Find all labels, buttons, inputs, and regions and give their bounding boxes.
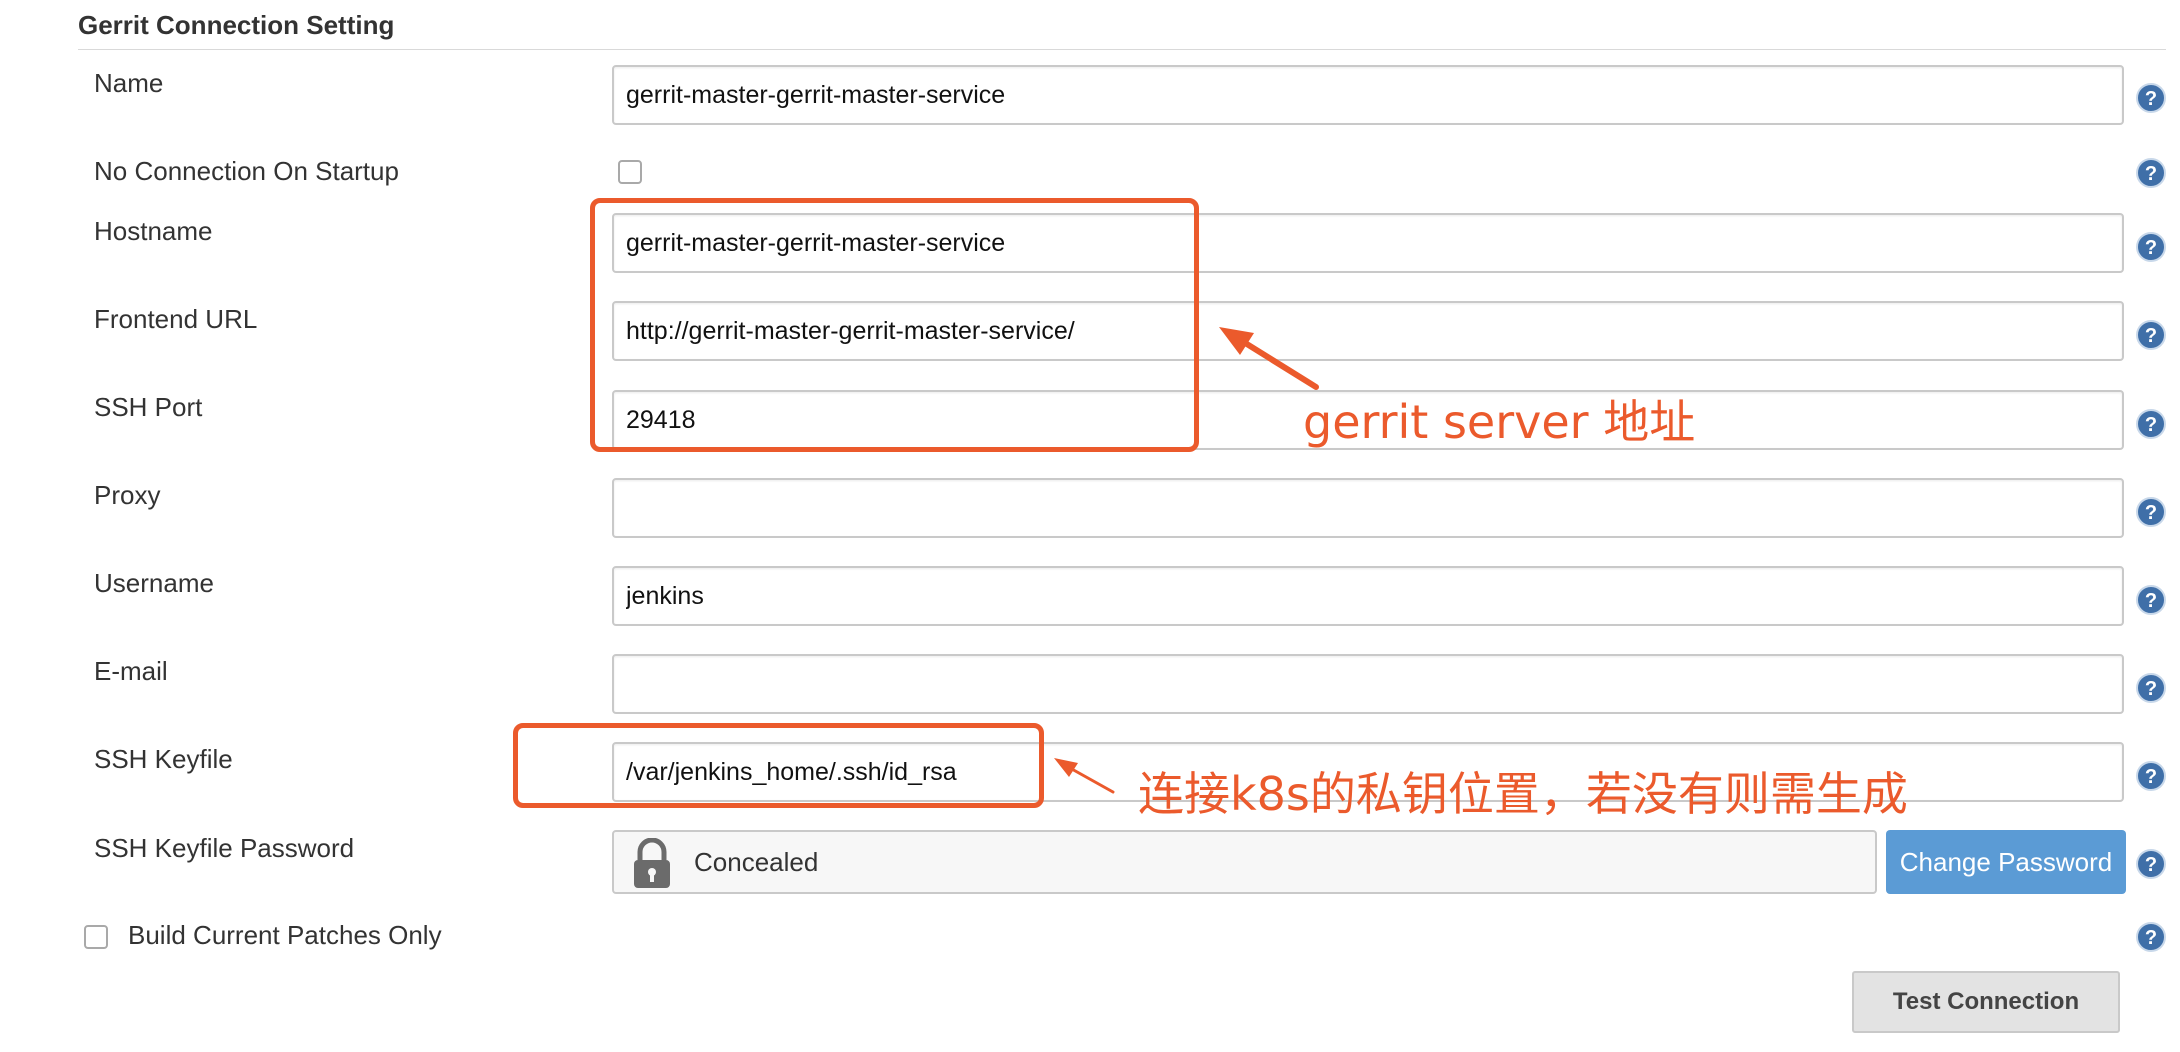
arrow-head-icon xyxy=(1054,758,1078,777)
arrow-head-icon xyxy=(1219,327,1254,355)
annotation-arrows xyxy=(1054,327,1319,794)
annotation-server-address: gerrit server 地址 xyxy=(1303,395,1696,449)
annotation-keyfile-note: 连接k8s的私钥位置，若没有则需生成 xyxy=(1138,767,1908,821)
